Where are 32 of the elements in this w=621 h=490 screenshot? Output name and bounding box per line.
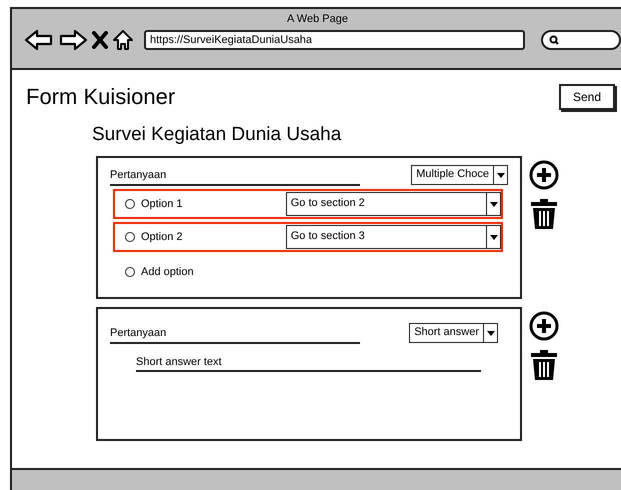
forward-icon[interactable] [58,29,88,51]
home-icon[interactable] [112,29,134,51]
send-button[interactable]: Send [559,84,615,110]
trash-icon[interactable] [529,349,559,381]
option-label: Option 1 [140,198,184,210]
question-type-dropdown[interactable]: Short answer [409,323,498,343]
caret-icon [490,234,498,240]
question-type-dropdown[interactable]: Multiple Choce [411,165,508,185]
address-bar[interactable]: https://SurveiKegiataDuniaUsaha [144,30,525,50]
option-label: Option 2 [140,231,184,243]
caret-icon [496,172,504,178]
close-icon[interactable] [92,31,108,49]
answer-field[interactable]: Short answer text [136,354,481,372]
window-title: A Web Page [286,12,349,25]
search-icon [549,35,559,45]
question-field[interactable]: Pertanyaan [110,169,360,186]
add-icon[interactable] [529,311,559,341]
section-dropdown[interactable]: Go to section 3 [286,225,501,249]
form-subtitle: Survei Kegiatan Dunia Usaha [92,124,342,146]
section-dropdown[interactable]: Go to section 2 [286,192,501,216]
back-icon[interactable] [24,29,54,51]
caret-icon [486,330,494,336]
add-icon[interactable] [529,160,559,190]
trash-icon[interactable] [529,198,559,230]
caret-icon [490,202,498,206]
question-field[interactable]: Pertanyaan [110,327,360,344]
search-field[interactable] [541,30,621,50]
radio-button[interactable] [125,232,135,242]
radio-button[interactable] [125,199,135,209]
radio-button[interactable] [125,267,135,277]
add-option-link[interactable]: Add option [141,266,287,278]
page-title: Form Kuisioner [26,84,176,110]
